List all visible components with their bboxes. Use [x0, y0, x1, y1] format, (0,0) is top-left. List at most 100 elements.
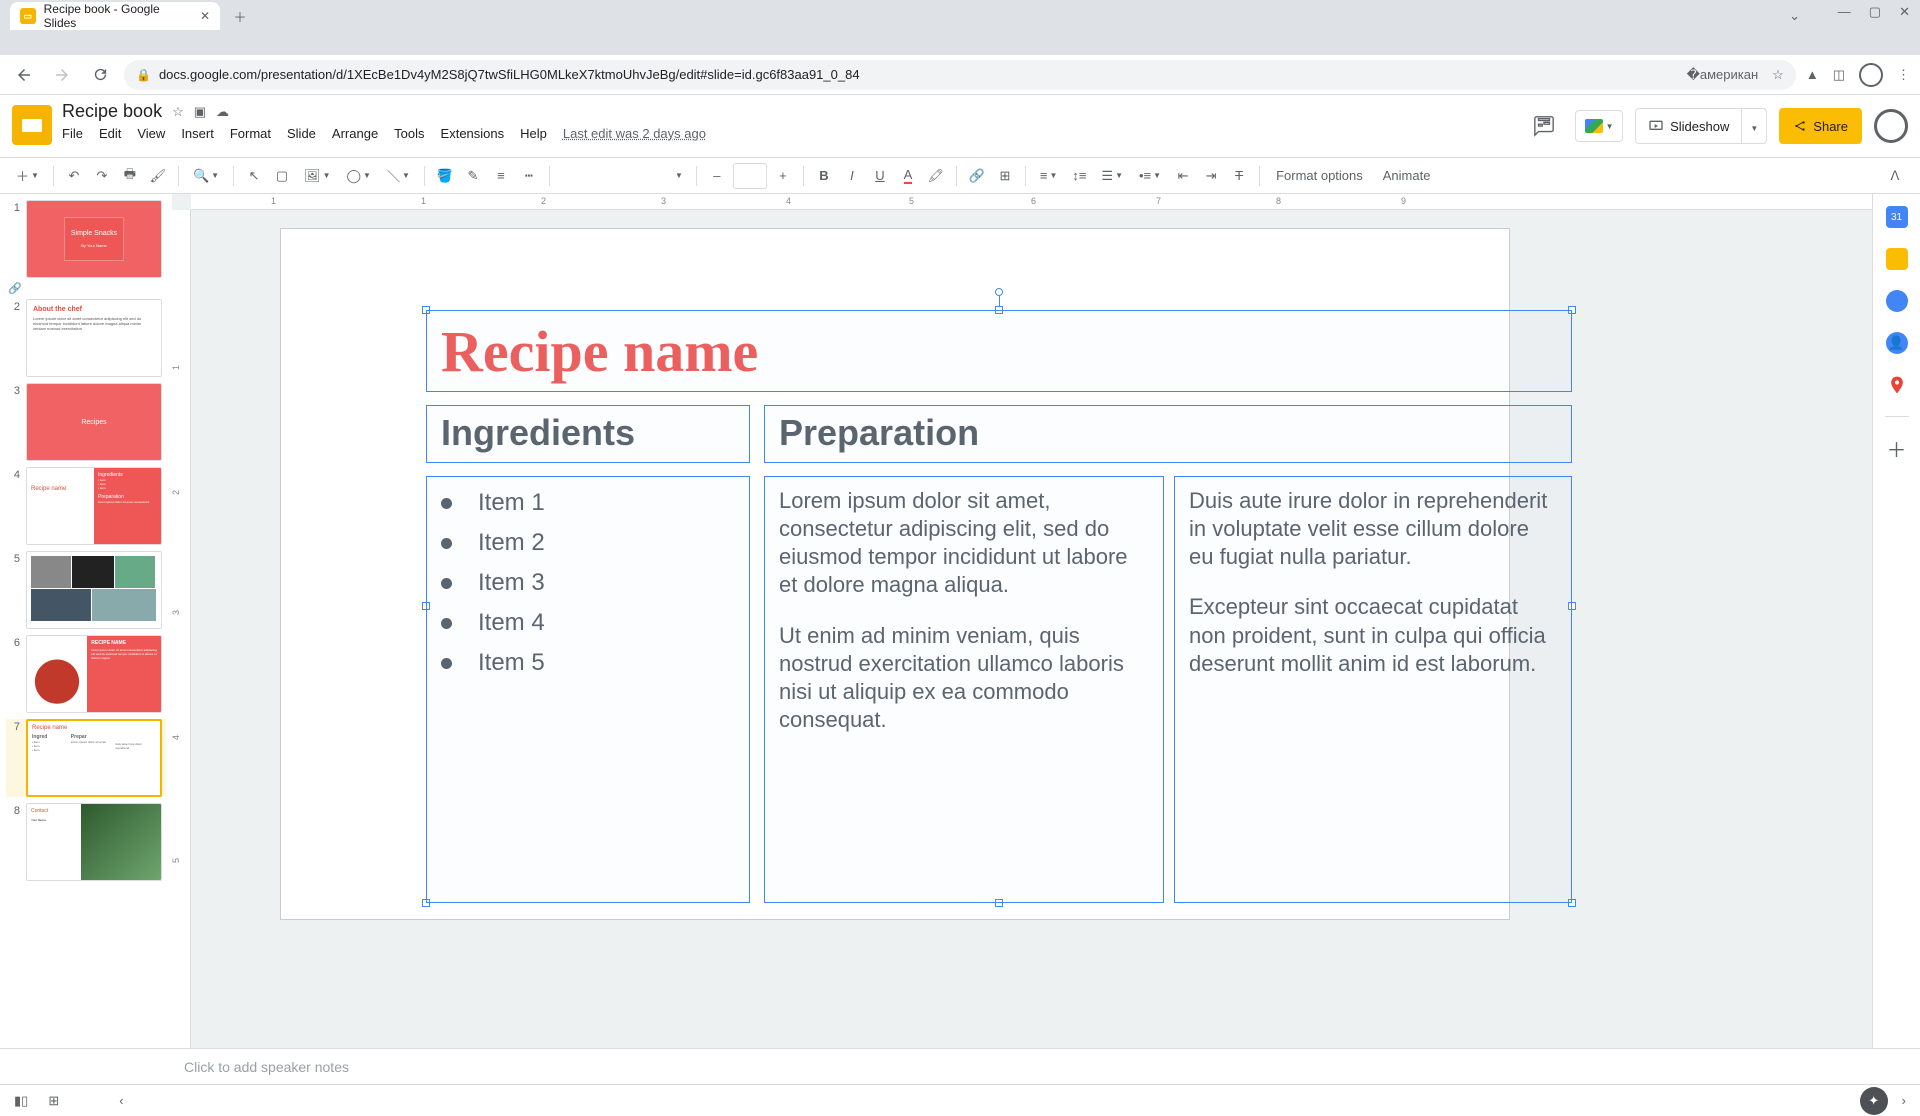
chevron-down-icon[interactable]: ▼: [1750, 124, 1758, 133]
bulleted-list-button[interactable]: •≡▼: [1133, 163, 1167, 189]
canvas-area[interactable]: 1 1 2 3 4 5 6 7 8 9 1 2 3 4 5: [172, 194, 1872, 1048]
underline-button[interactable]: U: [868, 163, 892, 189]
document-title[interactable]: Recipe book: [62, 101, 162, 122]
slide-thumb-7[interactable]: 7 Recipe nameIngred• item• item• itemPre…: [6, 719, 166, 797]
slide-thumb-3[interactable]: 3 Recipes: [6, 383, 166, 461]
slide-thumb-5[interactable]: 5: [6, 551, 166, 629]
selection-group[interactable]: Recipe name Ingredients Preparation Item…: [426, 310, 1572, 903]
select-tool-button[interactable]: ↖: [242, 163, 266, 189]
preparation-left-box[interactable]: Lorem ipsum dolor sit amet, consectetur …: [764, 476, 1164, 903]
move-to-folder-icon[interactable]: ▣: [194, 104, 206, 120]
window-maximize-icon[interactable]: ▢: [1869, 4, 1881, 20]
preparation-right-box[interactable]: Duis aute irure dolor in reprehenderit i…: [1174, 476, 1572, 903]
slide-thumb-4[interactable]: 4 Recipe nameIngredients• item• item• it…: [6, 467, 166, 545]
get-addons-button[interactable]: ＋: [1886, 437, 1908, 459]
tab-close-icon[interactable]: ✕: [200, 9, 210, 23]
menu-help[interactable]: Help: [520, 126, 547, 141]
share-button[interactable]: Share: [1779, 108, 1862, 144]
account-avatar-button[interactable]: [1874, 109, 1908, 143]
menu-extensions[interactable]: Extensions: [441, 126, 505, 141]
border-dash-button[interactable]: ┅: [517, 163, 541, 189]
new-tab-button[interactable]: ＋: [226, 2, 254, 30]
redo-button[interactable]: ↷: [90, 163, 114, 189]
side-panel-toggle-icon[interactable]: ◫: [1833, 67, 1845, 83]
reload-button[interactable]: [86, 61, 114, 89]
slide-thumb-8[interactable]: 8 ContactYour Name: [6, 803, 166, 881]
rotate-handle[interactable]: [995, 288, 1003, 296]
collapse-filmstrip-icon[interactable]: ‹: [119, 1093, 123, 1108]
shape-button[interactable]: ◯▼: [340, 163, 376, 189]
toolbar-collapse-button[interactable]: ᐱ: [1880, 168, 1910, 184]
menu-arrange[interactable]: Arrange: [332, 126, 378, 141]
menu-file[interactable]: File: [62, 126, 83, 141]
contacts-addon-icon[interactable]: 👤: [1886, 332, 1908, 354]
menu-tools[interactable]: Tools: [394, 126, 424, 141]
window-close-icon[interactable]: ✕: [1899, 4, 1910, 20]
extensions-triangle-icon[interactable]: ▲: [1806, 67, 1819, 82]
meet-button[interactable]: ▼: [1575, 110, 1623, 142]
back-button[interactable]: [10, 61, 38, 89]
border-weight-button[interactable]: ≡: [489, 163, 513, 189]
menu-slide[interactable]: Slide: [287, 126, 316, 141]
chevron-right-icon[interactable]: ›: [1902, 1093, 1906, 1108]
print-button[interactable]: 🖶: [118, 163, 142, 189]
decrease-font-button[interactable]: –: [705, 163, 729, 189]
keep-addon-icon[interactable]: [1886, 248, 1908, 270]
cloud-status-icon[interactable]: ☁: [216, 104, 229, 120]
calendar-addon-icon[interactable]: 31: [1886, 206, 1908, 228]
new-slide-button[interactable]: ＋▼: [10, 163, 45, 189]
explore-button[interactable]: ✦: [1860, 1087, 1888, 1115]
fill-color-button[interactable]: 🪣: [433, 163, 457, 189]
browser-menu-icon[interactable]: ⋮: [1897, 67, 1910, 83]
ingredients-heading-box[interactable]: Ingredients: [426, 405, 750, 463]
grid-view-icon[interactable]: ⊞: [48, 1093, 59, 1109]
increase-indent-button[interactable]: ⇥: [1199, 163, 1223, 189]
menu-insert[interactable]: Insert: [181, 126, 214, 141]
menu-view[interactable]: View: [137, 126, 165, 141]
add-comment-button[interactable]: ⊞: [993, 163, 1017, 189]
text-color-button[interactable]: A: [896, 163, 920, 189]
ingredients-list-box[interactable]: Item 1 Item 2 Item 3 Item 4 Item 5: [426, 476, 750, 903]
last-edit-link[interactable]: Last edit was 2 days ago: [563, 126, 706, 141]
install-app-icon[interactable]: �американ: [1687, 67, 1759, 83]
border-color-button[interactable]: ✎: [461, 163, 485, 189]
slide-filmstrip[interactable]: 1 Simple SnacksBy Your Name 🔗 2 About th…: [0, 194, 172, 1048]
format-options-button[interactable]: Format options: [1268, 168, 1371, 183]
preparation-heading-box[interactable]: Preparation: [764, 405, 1572, 463]
clear-formatting-button[interactable]: T: [1227, 163, 1251, 189]
decrease-indent-button[interactable]: ⇤: [1171, 163, 1195, 189]
line-button[interactable]: ＼▼: [381, 163, 416, 189]
comment-marker-icon[interactable]: 🔗: [8, 283, 22, 295]
title-textbox[interactable]: Recipe name: [426, 310, 1572, 392]
browser-profile-button[interactable]: [1859, 63, 1883, 87]
slide-canvas[interactable]: Recipe name Ingredients Preparation Item…: [280, 228, 1510, 920]
url-input[interactable]: 🔒 docs.google.com/presentation/d/1XEcBe1…: [124, 60, 1796, 90]
animate-button[interactable]: Animate: [1375, 168, 1439, 183]
line-spacing-button[interactable]: ↕≡: [1067, 163, 1091, 189]
image-button[interactable]: 🖼▼: [298, 163, 336, 189]
font-size-input[interactable]: [733, 163, 767, 189]
menu-format[interactable]: Format: [230, 126, 271, 141]
slides-logo-icon[interactable]: [12, 105, 52, 145]
forward-button[interactable]: [48, 61, 76, 89]
window-minimize-icon[interactable]: —: [1838, 4, 1851, 20]
increase-font-button[interactable]: +: [771, 163, 795, 189]
maps-addon-icon[interactable]: [1886, 374, 1908, 396]
slide-thumb-2[interactable]: 2 About the chefLorem ipsum dolor sit am…: [6, 299, 166, 377]
slideshow-button[interactable]: Slideshow ▼: [1635, 108, 1767, 144]
italic-button[interactable]: I: [840, 163, 864, 189]
star-icon[interactable]: ☆: [172, 104, 184, 120]
highlight-button[interactable]: 🖍: [924, 163, 948, 189]
comment-history-button[interactable]: [1525, 107, 1563, 145]
slide-thumb-1[interactable]: 1 Simple SnacksBy Your Name: [6, 200, 166, 278]
browser-tab[interactable]: ▭ Recipe book - Google Slides ✕: [10, 2, 220, 30]
font-family-select[interactable]: ▼: [558, 164, 688, 188]
bookmark-icon[interactable]: ☆: [1772, 67, 1784, 83]
numbered-list-button[interactable]: ☰▼: [1095, 163, 1129, 189]
menu-edit[interactable]: Edit: [99, 126, 121, 141]
speaker-notes-area[interactable]: Click to add speaker notes: [0, 1048, 1920, 1084]
filmstrip-view-icon[interactable]: ▮▯: [14, 1093, 28, 1109]
paint-format-button[interactable]: 🖌: [146, 163, 170, 189]
link-button[interactable]: 🔗: [965, 163, 989, 189]
align-button[interactable]: ≡▼: [1034, 163, 1064, 189]
